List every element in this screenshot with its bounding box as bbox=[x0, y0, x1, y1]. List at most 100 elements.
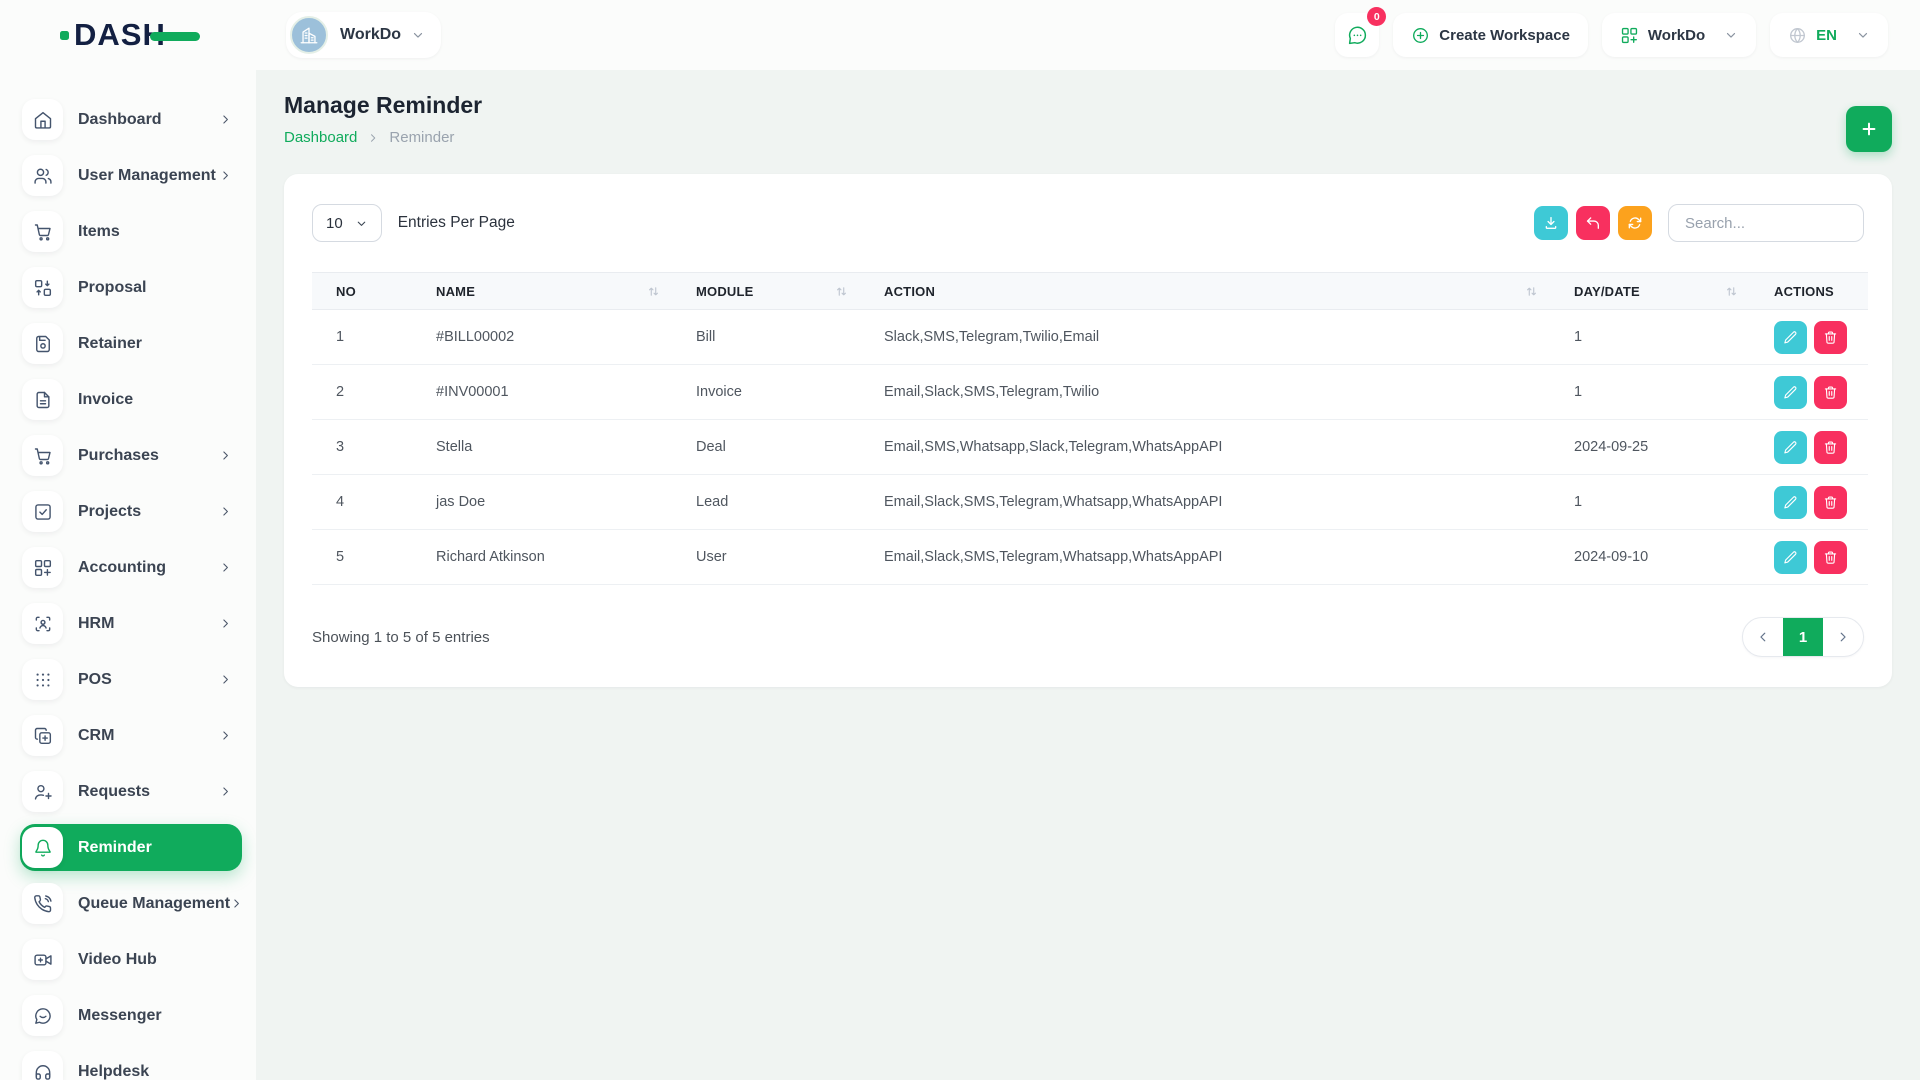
chevron-right-icon bbox=[219, 169, 232, 182]
sidebar-item-projects[interactable]: Projects bbox=[20, 488, 242, 535]
table-header-row: NONAMEMODULEACTIONDAY/DATEACTIONS bbox=[312, 273, 1868, 310]
delete-button[interactable] bbox=[1814, 431, 1847, 464]
language-selector[interactable]: EN bbox=[1770, 13, 1888, 57]
sidebar-item-label: Requests bbox=[78, 783, 150, 801]
cell-action: Email,Slack,SMS,Telegram,Whatsapp,WhatsA… bbox=[860, 530, 1550, 585]
column-header-module[interactable]: MODULE bbox=[672, 273, 860, 310]
cell-no: 1 bbox=[312, 310, 412, 365]
cell-action: Email,SMS,Whatsapp,Slack,Telegram,WhatsA… bbox=[860, 420, 1550, 475]
chevron-right-icon bbox=[1836, 630, 1850, 644]
sidebar-item-label: HRM bbox=[78, 615, 114, 633]
trash-icon bbox=[1823, 495, 1838, 510]
create-workspace-button[interactable]: Create Workspace bbox=[1393, 13, 1588, 57]
reminder-table: NONAMEMODULEACTIONDAY/DATEACTIONS 1#BILL… bbox=[312, 272, 1868, 585]
sidebar-item-user-management[interactable]: User Management bbox=[20, 152, 242, 199]
logo-accent-bar bbox=[150, 32, 200, 41]
sort-icon bbox=[647, 285, 660, 298]
column-header-no: NO bbox=[312, 273, 412, 310]
sidebar-item-reminder[interactable]: Reminder bbox=[20, 824, 242, 871]
cell-module: Invoice bbox=[672, 365, 860, 420]
refresh-icon bbox=[1627, 215, 1643, 231]
sidebar-item-helpdesk[interactable]: Helpdesk bbox=[20, 1048, 242, 1080]
column-header-action[interactable]: ACTION bbox=[860, 273, 1550, 310]
export-button[interactable] bbox=[1534, 206, 1568, 240]
sidebar-item-pos[interactable]: POS bbox=[20, 656, 242, 703]
sidebar-item-video-hub[interactable]: Video Hub bbox=[20, 936, 242, 983]
sidebar-item-requests[interactable]: Requests bbox=[20, 768, 242, 815]
breadcrumb: DashboardReminder bbox=[284, 129, 1892, 146]
edit-button[interactable] bbox=[1774, 321, 1807, 354]
sidebar-item-purchases[interactable]: Purchases bbox=[20, 432, 242, 479]
next-page-button[interactable] bbox=[1823, 618, 1863, 656]
workspace-switcher[interactable]: WorkDo bbox=[286, 12, 441, 58]
cell-name: #BILL00002 bbox=[412, 310, 672, 365]
column-header-day-date[interactable]: DAY/DATE bbox=[1550, 273, 1750, 310]
sidebar-item-label: Queue Management bbox=[78, 895, 230, 913]
messages-button[interactable]: 0 bbox=[1335, 13, 1379, 57]
cell-no: 3 bbox=[312, 420, 412, 475]
sidebar-item-messenger[interactable]: Messenger bbox=[20, 992, 242, 1039]
edit-button[interactable] bbox=[1774, 541, 1807, 574]
download-icon bbox=[1543, 215, 1559, 231]
swap-grid-icon bbox=[22, 267, 63, 308]
cell-actions bbox=[1750, 365, 1868, 420]
building-icon bbox=[290, 16, 328, 54]
column-label: NAME bbox=[436, 284, 475, 299]
sidebar-item-label: CRM bbox=[78, 727, 114, 745]
sidebar-item-label: Helpdesk bbox=[78, 1063, 149, 1080]
logo-accent-dot bbox=[60, 31, 69, 40]
app-menu-button[interactable]: WorkDo bbox=[1602, 13, 1756, 57]
column-header-name[interactable]: NAME bbox=[412, 273, 672, 310]
column-label: NO bbox=[336, 284, 356, 299]
sidebar-item-proposal[interactable]: Proposal bbox=[20, 264, 242, 311]
cell-actions bbox=[1750, 475, 1868, 530]
breadcrumb-dashboard[interactable]: Dashboard bbox=[284, 129, 357, 146]
sidebar-item-label: Items bbox=[78, 223, 120, 241]
header-actions: 0 Create Workspace WorkDo EN bbox=[1335, 13, 1888, 57]
table-row: 4jas DoeLeadEmail,Slack,SMS,Telegram,Wha… bbox=[312, 475, 1868, 530]
column-label: DAY/DATE bbox=[1574, 284, 1640, 299]
cell-name: Stella bbox=[412, 420, 672, 475]
chevron-down-icon bbox=[355, 217, 368, 230]
cell-action: Email,Slack,SMS,Telegram,Whatsapp,WhatsA… bbox=[860, 475, 1550, 530]
chevron-right-icon bbox=[219, 561, 232, 574]
plus-icon bbox=[1859, 119, 1879, 139]
table-footer: Showing 1 to 5 of 5 entries 1 bbox=[312, 617, 1864, 657]
sidebar-item-queue-management[interactable]: Queue Management bbox=[20, 880, 242, 927]
sidebar-item-retainer[interactable]: Retainer bbox=[20, 320, 242, 367]
edit-button[interactable] bbox=[1774, 486, 1807, 519]
sidebar-item-items[interactable]: Items bbox=[20, 208, 242, 255]
app-logo[interactable]: DASH bbox=[60, 17, 240, 53]
cell-actions bbox=[1750, 530, 1868, 585]
cell-action: Slack,SMS,Telegram,Twilio,Email bbox=[860, 310, 1550, 365]
current-page-button[interactable]: 1 bbox=[1783, 618, 1823, 656]
search-input[interactable] bbox=[1668, 204, 1864, 242]
reminder-card: 10 Entries Per Page NONAMEMODULEACTIONDA… bbox=[284, 174, 1892, 687]
delete-button[interactable] bbox=[1814, 541, 1847, 574]
refresh-button[interactable] bbox=[1618, 206, 1652, 240]
page-title: Manage Reminder bbox=[284, 92, 1892, 119]
entries-per-page-select[interactable]: 10 bbox=[312, 204, 382, 242]
cell-module: Bill bbox=[672, 310, 860, 365]
sidebar-item-hrm[interactable]: HRM bbox=[20, 600, 242, 647]
sidebar-item-label: Purchases bbox=[78, 447, 159, 465]
sidebar-item-accounting[interactable]: Accounting bbox=[20, 544, 242, 591]
trash-icon bbox=[1823, 440, 1838, 455]
delete-button[interactable] bbox=[1814, 321, 1847, 354]
previous-page-button[interactable] bbox=[1743, 618, 1783, 656]
undo-button[interactable] bbox=[1576, 206, 1610, 240]
grid-plus-icon bbox=[22, 547, 63, 588]
delete-button[interactable] bbox=[1814, 486, 1847, 519]
edit-button[interactable] bbox=[1774, 431, 1807, 464]
sidebar-item-crm[interactable]: CRM bbox=[20, 712, 242, 759]
sidebar-item-dashboard[interactable]: Dashboard bbox=[20, 96, 242, 143]
delete-button[interactable] bbox=[1814, 376, 1847, 409]
sidebar-item-invoice[interactable]: Invoice bbox=[20, 376, 242, 423]
add-reminder-button[interactable] bbox=[1846, 106, 1892, 152]
edit-button[interactable] bbox=[1774, 376, 1807, 409]
file-text-icon bbox=[22, 379, 63, 420]
table-row: 1#BILL00002BillSlack,SMS,Telegram,Twilio… bbox=[312, 310, 1868, 365]
cell-no: 4 bbox=[312, 475, 412, 530]
sidebar-item-label: Video Hub bbox=[78, 951, 157, 969]
phone-icon bbox=[22, 883, 63, 924]
